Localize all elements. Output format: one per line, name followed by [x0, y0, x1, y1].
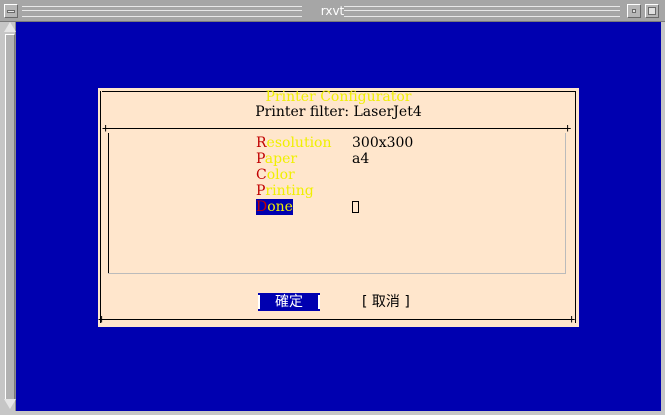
ok-button[interactable]: 確定	[258, 293, 320, 311]
menu-item-color[interactable]: Color	[256, 167, 332, 183]
hotkey-letter: C	[256, 167, 267, 183]
button-bracket-left	[258, 295, 260, 309]
menu-item-label: Printing	[256, 183, 314, 199]
menu-item-text: esolution	[266, 135, 332, 151]
hotkey-letter: P	[256, 183, 266, 199]
printer-config-dialog: Printer Configurator Printer filter: Las…	[98, 88, 579, 327]
menu-item-resolution[interactable]: Resolution 300x300	[256, 135, 413, 151]
dialog-border-right	[575, 91, 576, 323]
title-decoration-right	[344, 6, 620, 17]
scrollbar-thumb[interactable]	[5, 34, 15, 400]
menu-item-text: olor	[266, 167, 295, 183]
maximize-button[interactable]	[645, 4, 659, 18]
menu-item-value: a4	[352, 151, 370, 167]
dialog-title: Printer Configurator	[265, 89, 412, 105]
minimize-icon	[632, 9, 636, 13]
maximize-icon	[648, 7, 656, 15]
menu-item-label: Color	[256, 167, 295, 183]
hotkey-letter: R	[256, 135, 267, 151]
menu-frame-right	[565, 133, 566, 273]
text-cursor-box	[352, 201, 359, 213]
minimize-button[interactable]	[627, 4, 641, 18]
menu-item-text: one	[267, 199, 293, 215]
menu-item-value: 300x300	[352, 135, 414, 151]
dialog-subtitle: Printer filter: LaserJet4	[255, 104, 422, 120]
hotkey-letter: D	[256, 199, 268, 215]
dialog-border-left	[100, 91, 101, 323]
ok-button-label: 確定	[275, 294, 303, 310]
window-titlebar[interactable]: rxvt	[0, 0, 665, 22]
menu-frame-bottom	[108, 273, 566, 274]
menu-item-text: aper	[264, 151, 298, 167]
menu-item-done[interactable]: Done	[256, 199, 359, 215]
dialog-frame-bottom	[104, 319, 570, 320]
scroll-down-arrow-icon[interactable]	[4, 399, 16, 409]
corner-plus: +	[568, 312, 576, 326]
hotkey-letter: P	[256, 151, 265, 167]
vertical-scrollbar[interactable]	[4, 22, 16, 411]
scroll-up-arrow-icon[interactable]	[4, 22, 16, 32]
cancel-button[interactable]: [ 取消 ]	[362, 293, 410, 311]
menu-item-label: Done	[256, 199, 293, 215]
menu-list: Resolution 300x300 Paper a4 Color Printi…	[256, 135, 413, 215]
menu-item-label: Resolution	[256, 135, 332, 151]
menu-frame-top	[104, 128, 570, 129]
menu-item-label: Paper	[256, 151, 297, 167]
corner-plus: +	[98, 312, 106, 326]
menu-item-text: rinting	[265, 183, 314, 199]
button-bracket-right	[318, 295, 320, 309]
menu-item-paper[interactable]: Paper a4	[256, 151, 369, 167]
menu-frame-left	[108, 133, 109, 273]
menu-item-printing[interactable]: Printing	[256, 183, 332, 199]
